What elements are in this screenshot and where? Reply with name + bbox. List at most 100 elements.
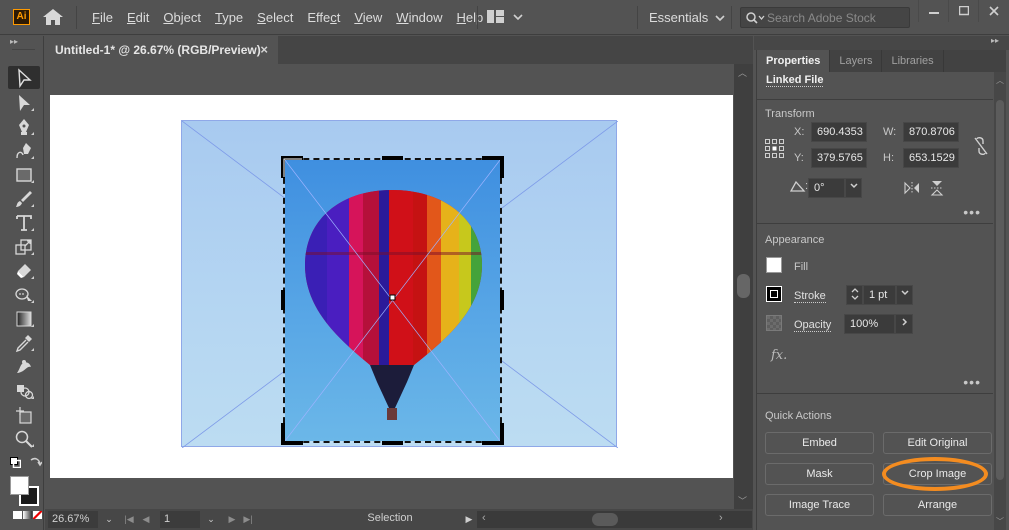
fx-effects-button[interactable]: fx. bbox=[771, 348, 787, 363]
width-field[interactable]: 870.8706 p: bbox=[903, 122, 959, 142]
stroke-weight-field[interactable]: 1 pt bbox=[863, 285, 896, 305]
scroll-right-icon[interactable]: › bbox=[719, 512, 723, 524]
artboard-tool[interactable] bbox=[8, 403, 40, 426]
last-artboard-icon[interactable]: ▶| bbox=[241, 511, 255, 528]
x-position-field[interactable]: 690.4353 p bbox=[811, 122, 867, 142]
rotate-dropdown[interactable] bbox=[845, 178, 862, 198]
arrange-button[interactable]: Arrange bbox=[883, 494, 992, 516]
flip-vertical-icon[interactable] bbox=[930, 180, 944, 196]
fill-swatch[interactable] bbox=[10, 476, 29, 495]
tab-layers[interactable]: Layers bbox=[830, 50, 883, 72]
canvas[interactable] bbox=[45, 64, 734, 509]
menu-window[interactable]: Window bbox=[396, 10, 442, 25]
stroke-weight-stepper[interactable] bbox=[846, 285, 863, 305]
previous-artboard-icon[interactable]: ◀ bbox=[139, 511, 153, 528]
gradient-button[interactable] bbox=[23, 511, 32, 519]
gradient-tool[interactable] bbox=[8, 307, 40, 330]
scroll-up-icon[interactable]: ︿ bbox=[996, 75, 1004, 86]
workspace-switcher[interactable]: Essentials bbox=[649, 10, 726, 25]
selection-tool[interactable] bbox=[8, 66, 40, 89]
menu-effect[interactable]: Effect bbox=[307, 10, 340, 25]
zoom-tool[interactable] bbox=[8, 427, 40, 450]
panel-scroll-thumb[interactable] bbox=[996, 100, 1004, 480]
scroll-down-icon[interactable]: ﹀ bbox=[738, 494, 747, 507]
fill-color-swatch[interactable] bbox=[766, 257, 782, 273]
vertical-scroll-thumb[interactable] bbox=[737, 274, 750, 298]
crop-region[interactable] bbox=[281, 156, 504, 445]
rotate-field[interactable]: 0° bbox=[808, 178, 845, 198]
stroke-label[interactable]: Stroke bbox=[794, 290, 826, 303]
opacity-label[interactable]: Opacity bbox=[794, 319, 832, 332]
rectangle-tool[interactable] bbox=[8, 163, 40, 186]
color-button[interactable] bbox=[13, 511, 22, 519]
menu-select[interactable]: Select bbox=[257, 10, 293, 25]
pen-tool[interactable] bbox=[8, 115, 40, 138]
stroke-weight-dropdown[interactable] bbox=[896, 285, 913, 305]
crop-image-button[interactable]: Crop Image bbox=[883, 463, 992, 485]
menu-object[interactable]: Object bbox=[163, 10, 201, 25]
close-tab-icon[interactable]: × bbox=[260, 42, 268, 57]
opacity-field[interactable]: 100% bbox=[844, 314, 895, 334]
artboard-dropdown-icon[interactable]: ⌄ bbox=[202, 511, 220, 528]
document-tab[interactable]: Untitled-1* @ 26.67% (RGB/Preview) × bbox=[45, 36, 278, 64]
embed-button[interactable]: Embed bbox=[765, 432, 874, 454]
shape-builder-tool[interactable] bbox=[8, 283, 40, 306]
constrain-proportions-icon[interactable] bbox=[973, 136, 989, 156]
linked-file-link[interactable]: Linked File bbox=[766, 74, 824, 87]
menu-file[interactable]: File bbox=[92, 10, 113, 25]
search-adobe-stock-input[interactable]: Search Adobe Stock bbox=[740, 7, 910, 28]
direct-selection-tool[interactable] bbox=[8, 91, 40, 114]
next-artboard-icon[interactable]: ▶ bbox=[225, 511, 239, 528]
paintbrush-tool[interactable] bbox=[8, 187, 40, 210]
canvas-horizontal-scrollbar[interactable]: ‹ › bbox=[477, 511, 752, 528]
first-artboard-icon[interactable]: |◀ bbox=[122, 511, 136, 528]
canvas-vertical-scrollbar[interactable]: ︿ ﹀ bbox=[734, 64, 753, 509]
close-button[interactable] bbox=[978, 0, 1008, 22]
panel-scrollbar[interactable]: ︿ ﹀ bbox=[994, 72, 1006, 530]
none-button[interactable] bbox=[33, 511, 42, 519]
swap-fill-stroke-icon[interactable] bbox=[29, 456, 43, 469]
expand-toolbar-icon[interactable]: ▸▸ bbox=[4, 36, 43, 49]
scale-tool[interactable] bbox=[8, 235, 40, 258]
toolbar-grip[interactable] bbox=[12, 49, 35, 61]
zoom-dropdown-icon[interactable]: ⌄ bbox=[100, 511, 118, 528]
opacity-expand-button[interactable] bbox=[895, 314, 913, 334]
curvature-tool[interactable] bbox=[8, 139, 40, 162]
horizontal-scroll-thumb[interactable] bbox=[592, 513, 618, 526]
reference-point-icon[interactable] bbox=[765, 139, 785, 159]
default-fill-stroke-icon[interactable] bbox=[10, 457, 22, 469]
minimize-button[interactable] bbox=[918, 0, 948, 22]
height-field[interactable]: 653.1529 p: bbox=[903, 148, 959, 168]
eyedropper-tool[interactable] bbox=[8, 331, 40, 354]
crop-handles[interactable] bbox=[281, 156, 504, 445]
scroll-up-icon[interactable]: ︿ bbox=[738, 66, 747, 79]
status-menu-icon[interactable]: ▶ bbox=[463, 511, 475, 528]
puppet-warp-tool[interactable] bbox=[8, 355, 40, 378]
tab-libraries[interactable]: Libraries bbox=[882, 50, 944, 72]
stroke-color-swatch[interactable] bbox=[766, 286, 782, 302]
y-position-field[interactable]: 379.5765 p bbox=[811, 148, 867, 168]
zoom-level-field[interactable]: 26.67% bbox=[48, 511, 98, 528]
menu-view[interactable]: View bbox=[354, 10, 382, 25]
mask-button[interactable]: Mask bbox=[765, 463, 874, 485]
eraser-tool[interactable] bbox=[8, 259, 40, 282]
menu-edit[interactable]: Edit bbox=[127, 10, 149, 25]
scroll-left-icon[interactable]: ‹ bbox=[482, 512, 486, 524]
menu-help[interactable]: Help bbox=[457, 10, 484, 25]
current-tool-status[interactable]: Selection bbox=[315, 512, 465, 524]
edit-original-button[interactable]: Edit Original bbox=[883, 432, 992, 454]
more-transform-options-icon[interactable]: ••• bbox=[963, 204, 981, 220]
arrange-documents-button[interactable] bbox=[487, 10, 524, 23]
collapse-panels-icon[interactable]: ▸▸ bbox=[754, 36, 1009, 50]
flip-horizontal-icon[interactable] bbox=[904, 181, 920, 195]
tab-properties[interactable]: Properties bbox=[757, 50, 831, 72]
maximize-button[interactable] bbox=[948, 0, 978, 22]
artboard-number-field[interactable]: 1 bbox=[160, 511, 200, 528]
type-tool[interactable] bbox=[8, 211, 40, 234]
more-appearance-options-icon[interactable]: ••• bbox=[963, 374, 981, 390]
live-paint-tool[interactable] bbox=[8, 379, 40, 402]
scroll-down-icon[interactable]: ﹀ bbox=[996, 516, 1004, 527]
menu-type[interactable]: Type bbox=[215, 10, 243, 25]
image-trace-button[interactable]: Image Trace bbox=[765, 494, 874, 516]
home-icon[interactable] bbox=[42, 8, 64, 26]
